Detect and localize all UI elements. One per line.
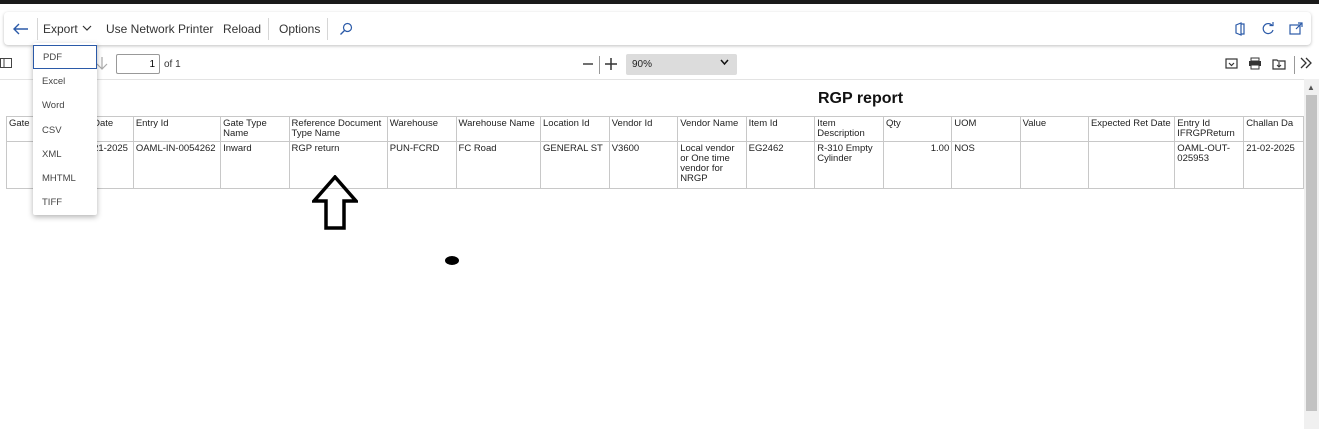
sidebar-icon — [0, 58, 12, 68]
table-cell: V3600 — [608, 141, 679, 189]
table-cell: GENERAL ST — [540, 141, 610, 189]
use-network-printer-button[interactable]: Use Network Printer — [106, 12, 213, 45]
report-viewer-toolbar: of 1 90% — [0, 52, 1319, 78]
page-total: of 1 — [164, 59, 181, 70]
separator — [37, 18, 38, 40]
separator — [268, 18, 269, 40]
menu-item-tiff[interactable]: TIFF — [33, 190, 97, 214]
reload-label: Reload — [223, 21, 262, 36]
toggle-sidebar-button[interactable] — [0, 57, 12, 69]
export-button[interactable]: Export — [43, 12, 92, 45]
thumbnail-button[interactable] — [1225, 57, 1238, 70]
print-button[interactable] — [1248, 57, 1262, 70]
scroll-up-icon[interactable]: ▲ — [1307, 83, 1315, 92]
column-header: Gate Type Name — [220, 116, 290, 142]
menu-item-mhtml[interactable]: MHTML — [33, 166, 97, 190]
window-actions — [1233, 12, 1303, 45]
zoom-in-button[interactable] — [604, 57, 618, 71]
minus-icon — [583, 63, 593, 65]
column-header: Reference Document Type Name — [288, 116, 388, 142]
export-save-button[interactable] — [1272, 57, 1286, 70]
zoom-out-button[interactable] — [582, 57, 594, 71]
table-cell: NOS — [951, 141, 1021, 189]
column-header: Item Description — [814, 116, 884, 142]
report-table: Gate E Date Entry Id Gate Type Name Refe… — [5, 116, 1304, 189]
scroll-thumb[interactable] — [1306, 95, 1317, 411]
table-row: 21-2025 OAML-IN-0054262 Inward RGP retur… — [5, 141, 1304, 189]
column-header: Vendor Name — [677, 116, 747, 142]
column-header: Location Id — [540, 116, 610, 142]
chevron-down-icon — [720, 59, 729, 66]
ink-mark — [445, 256, 459, 265]
table-cell — [1087, 141, 1176, 189]
table-cell: FC Road — [455, 141, 542, 189]
column-header: Entry Id — [132, 116, 222, 142]
options-button[interactable]: Options — [279, 12, 320, 45]
table-header-row: Gate E Date Entry Id Gate Type Name Refe… — [5, 116, 1304, 142]
page-view-icon — [1225, 58, 1238, 69]
report-canvas: RGP report Gate E Date Entry Id Gate Typ… — [0, 79, 1304, 429]
back-arrow-icon — [13, 23, 28, 34]
table-cell: PUN-FCRD — [386, 141, 457, 189]
window-top-strip — [0, 0, 1319, 4]
menu-item-csv[interactable]: CSV — [33, 118, 97, 142]
column-header: Qty — [882, 116, 953, 142]
export-format-menu: PDF Excel Word CSV XML MHTML TIFF — [33, 43, 97, 215]
office-icon[interactable] — [1233, 21, 1247, 36]
search-button[interactable] — [337, 12, 355, 45]
menu-item-pdf[interactable]: PDF — [33, 45, 97, 69]
separator — [599, 56, 600, 74]
menu-item-xml[interactable]: XML — [33, 142, 97, 166]
printer-label: Use Network Printer — [106, 21, 214, 36]
column-header: Item Id — [745, 116, 816, 142]
search-icon — [340, 22, 353, 35]
report-title: RGP report — [818, 90, 904, 107]
column-header: Vendor Id — [608, 116, 679, 142]
plus-icon — [605, 58, 617, 70]
table-cell: EG2462 — [745, 141, 816, 189]
refresh-icon[interactable] — [1261, 21, 1275, 36]
column-header: Challan Da — [1243, 116, 1304, 142]
column-header: Value — [1019, 116, 1089, 142]
arrow-down-icon — [96, 57, 108, 70]
next-page-button[interactable] — [96, 56, 108, 70]
table-cell: Inward — [220, 141, 290, 189]
chevron-down-icon — [82, 25, 92, 31]
column-header: Entry Id IFRGPReturn — [1174, 116, 1245, 142]
table-cell: 21-02-2025 — [1243, 141, 1304, 189]
export-label: Export — [43, 21, 78, 36]
back-button[interactable] — [8, 12, 34, 45]
options-label: Options — [279, 21, 321, 36]
menu-item-word[interactable]: Word — [33, 93, 97, 117]
reload-button[interactable]: Reload — [223, 12, 261, 45]
table-cell: 1.00 — [882, 141, 953, 189]
vertical-scrollbar[interactable]: ▲ — [1304, 79, 1319, 429]
table-cell: OAML-IN-0054262 — [132, 141, 222, 189]
up-arrow-annotation-icon — [312, 175, 358, 230]
save-export-icon — [1272, 59, 1286, 70]
table-cell: Local vendor or One time vendor for NRGP — [677, 141, 747, 189]
more-button[interactable] — [1299, 57, 1313, 69]
table-cell: R-310 Empty Cylinder — [814, 141, 884, 189]
column-header: Warehouse Name — [455, 116, 542, 142]
page-number-input[interactable] — [116, 54, 160, 74]
separator — [1294, 56, 1295, 74]
column-header: UOM — [951, 116, 1021, 142]
zoom-value: 90% — [632, 59, 653, 70]
column-header: Expected Ret Date — [1087, 116, 1176, 142]
command-bar: Export Use Network Printer Reload Option… — [4, 12, 1311, 45]
column-header: Warehouse — [386, 116, 457, 142]
double-chevron-right-icon — [1300, 57, 1312, 69]
open-new-window-icon[interactable] — [1289, 21, 1303, 36]
table-cell — [1019, 141, 1089, 189]
zoom-select[interactable]: 90% — [626, 54, 737, 75]
separator — [327, 18, 328, 40]
menu-item-excel[interactable]: Excel — [33, 69, 97, 93]
printer-icon — [1249, 57, 1261, 70]
table-cell: OAML-OUT-025953 — [1174, 141, 1245, 189]
